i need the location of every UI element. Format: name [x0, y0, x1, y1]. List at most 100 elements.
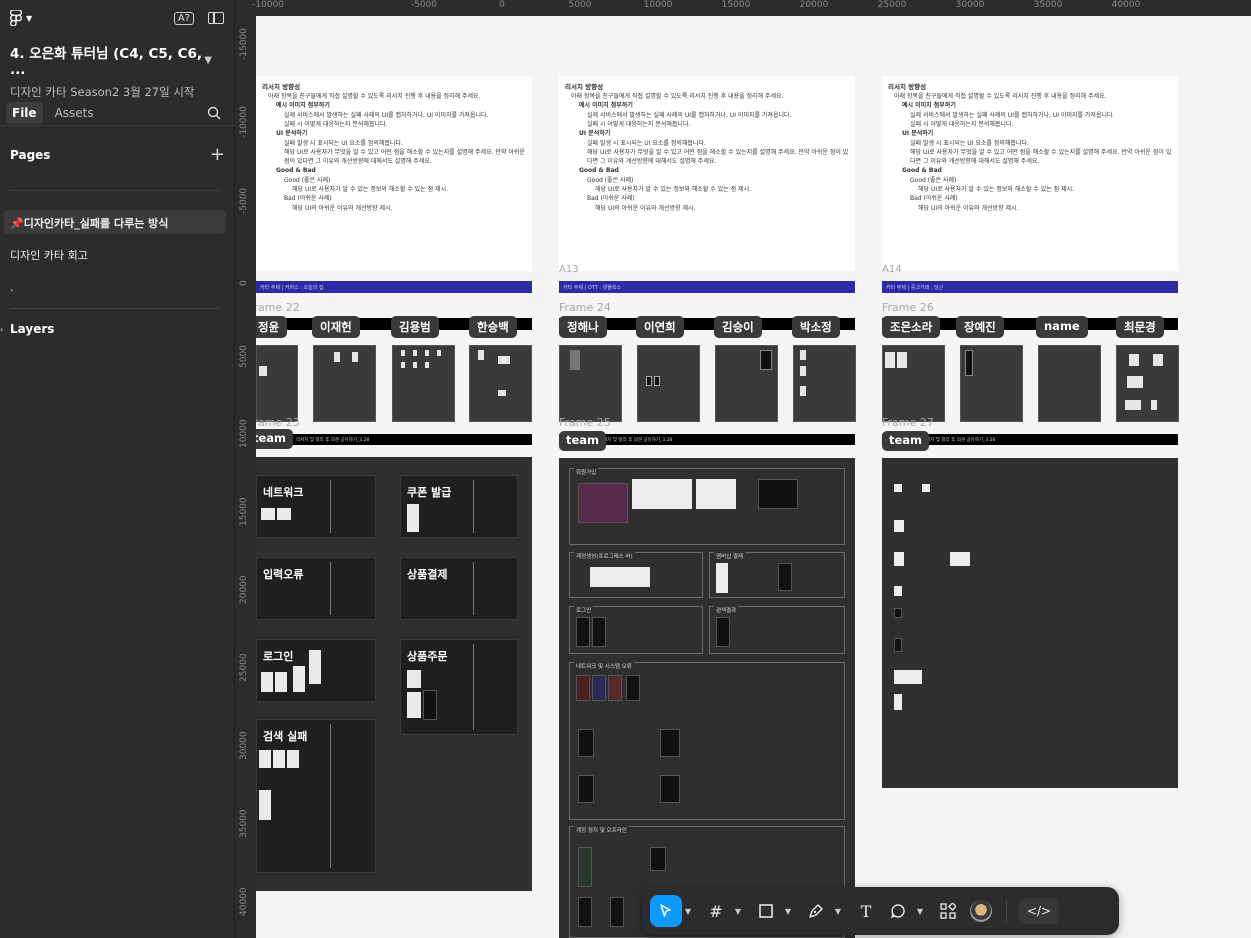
tab-assets[interactable]: Assets — [49, 102, 100, 124]
pen-tool-button[interactable] — [800, 895, 832, 927]
team-chip[interactable]: team — [256, 429, 294, 449]
member-thumbnail[interactable] — [1038, 345, 1101, 422]
layers-header[interactable]: › Layers — [0, 322, 235, 336]
frame-label[interactable]: Frame 22 — [256, 301, 300, 314]
case-card-login[interactable]: 로그인 — [256, 639, 376, 702]
case-card-coupon[interactable]: 쿠폰 발급 — [400, 475, 518, 538]
team-board[interactable]: 네트워크 쿠폰 발급 입력오류 상품결제 로그인 상품주문 검색 실패 — [256, 457, 532, 891]
ruler-tick: 20000 — [799, 0, 829, 10]
frame-label[interactable]: Frame 24 — [559, 301, 611, 314]
member-chip[interactable]: 정윤 — [256, 316, 288, 338]
chevron-right-icon[interactable]: › — [0, 325, 3, 334]
member-thumbnail[interactable] — [559, 345, 622, 422]
case-card-network[interactable]: 네트워크 — [256, 475, 376, 538]
research-doc-card[interactable]: 리서치 방향성 아래 항목을 친구들에게 직접 설명할 수 있도록 리서치 진행… — [559, 76, 855, 271]
section-account-progress[interactable]: 계정생성(프로그레스 바) — [569, 552, 703, 598]
member-chip[interactable]: 한승백 — [469, 316, 517, 338]
page-item-1[interactable]: 📌디자인카타_실패를 다루는 방식 — [4, 210, 226, 234]
member-thumbnail[interactable] — [313, 345, 376, 422]
case-card-input-error[interactable]: 입력오류 — [256, 557, 376, 620]
section-network-error[interactable]: 네트워크 및 시스템 오류 — [569, 662, 845, 820]
page-item-3[interactable]: . — [4, 276, 226, 300]
doc-bullet: 실제 서비스에서 발생하는 실패 사례의 UI를 캡처하거나, UI 이미지를 … — [587, 111, 792, 119]
text-tool-button[interactable]: T — [850, 895, 882, 927]
shape-tool-button[interactable] — [750, 895, 782, 927]
team-chip[interactable]: team — [882, 431, 930, 451]
member-chip[interactable]: 장예진 — [956, 316, 1004, 338]
frame-label[interactable]: Frame 26 — [882, 301, 934, 314]
topic-bar[interactable]: 카타 주제 | 커머스 : 오늘의 집 — [256, 281, 532, 293]
team-chip[interactable]: team — [559, 431, 607, 451]
section-login[interactable]: 로그인 — [569, 606, 703, 654]
toggle-sidebar-icon[interactable] — [208, 12, 224, 24]
pen-icon — [809, 904, 823, 918]
member-thumbnail[interactable] — [882, 345, 945, 422]
member-chip[interactable]: 최문경 — [1116, 316, 1164, 338]
case-card-order[interactable]: 상품주문 — [400, 639, 518, 735]
chevron-down-icon[interactable]: ▼ — [832, 907, 844, 916]
font-check-badge[interactable]: A? — [173, 11, 194, 25]
frame-label[interactable]: A13 — [559, 264, 579, 275]
member-thumbnail[interactable] — [960, 345, 1023, 422]
research-doc-card[interactable]: 리서치 방향성 아래 항목을 친구들에게 직접 설명할 수 있도록 리서치 진행… — [882, 76, 1178, 271]
chevron-down-icon[interactable]: ▼ — [682, 907, 694, 916]
member-thumbnail[interactable] — [1116, 345, 1179, 422]
member-thumbnail[interactable] — [715, 345, 778, 422]
section-search-result[interactable]: 검색결과 — [709, 606, 845, 654]
chevron-down-icon[interactable]: ▼ — [204, 55, 212, 66]
vertical-ruler: -15000 -10000 -5000 0 5000 10000 15000 2… — [235, 16, 256, 938]
chevron-down-icon[interactable]: ▼ — [914, 907, 926, 916]
chevron-down-icon[interactable]: ▼ — [782, 907, 794, 916]
frame-label[interactable]: Frame 25 — [559, 416, 611, 429]
doc-bullet: 해당 UI로 사용자가 알 수 있는 정보와 해소할 수 있는 점 제시. — [918, 186, 1075, 194]
add-page-icon[interactable]: + — [210, 144, 225, 165]
topic-bar[interactable]: 카타 주제 | OTT : 넷플릭스 — [559, 281, 855, 293]
design-canvas[interactable]: 리서치 방향성 아래 항목을 친구들에게 직접 설명할 수 있도록 리서치 진행… — [256, 16, 1251, 938]
sidebar-tabs: File Assets — [0, 100, 235, 126]
team-board[interactable] — [882, 458, 1178, 788]
member-thumbnail[interactable] — [793, 345, 856, 422]
topic-bar[interactable]: 카타 주제 | 중고거래 : 당근 — [882, 281, 1178, 293]
page-item-2[interactable]: 디자인 카타 회고 — [4, 242, 226, 266]
main-menu-button[interactable]: ▼ — [10, 10, 32, 26]
search-icon[interactable] — [207, 106, 221, 120]
section-membership-pay[interactable]: 멤버십 결제 — [709, 552, 845, 598]
project-title[interactable]: 4. 오은화 튜터님 (C4, C5, C6, ... ▼ — [0, 36, 234, 78]
move-tool-button[interactable] — [650, 895, 682, 927]
member-chip[interactable]: 이연희 — [636, 316, 684, 338]
member-chip[interactable]: 정해나 — [559, 316, 607, 338]
case-card-search-fail[interactable]: 검색 실패 — [256, 719, 376, 873]
dev-mode-toggle[interactable]: </> — [1019, 898, 1059, 924]
research-doc-card[interactable]: 리서치 방향성 아래 항목을 친구들에게 직접 설명할 수 있도록 리서치 진행… — [256, 76, 532, 271]
frame-label[interactable]: A14 — [882, 264, 902, 275]
frame-tool-button[interactable]: # — [700, 895, 732, 927]
member-chip[interactable]: 김용범 — [391, 316, 439, 338]
member-thumbnail[interactable] — [392, 345, 455, 422]
frame-label[interactable]: Frame 27 — [882, 416, 934, 429]
member-chip[interactable]: 김승이 — [714, 316, 762, 338]
team-bar[interactable]: 리서치 및 정리 후 의견 공유하기_3.28 — [256, 434, 532, 445]
member-chip[interactable]: 이재헌 — [312, 316, 360, 338]
pages-label: Pages — [10, 147, 51, 162]
ruler-tick: 35000 — [239, 809, 249, 838]
actions-button[interactable] — [932, 895, 964, 927]
project-subtitle: 디자인 카타 Season2 3월 27일 시작 — [10, 85, 195, 99]
text-icon: T — [860, 901, 872, 921]
chevron-down-icon[interactable]: ▼ — [732, 907, 744, 916]
comment-tool-button[interactable] — [882, 895, 914, 927]
doc-bullet: 실패 시 어떻게 대응하는지 분석해봅니다. — [587, 120, 691, 128]
team-board[interactable]: 회원가입 계정생성(프로그레스 바) 멤버십 결제 로그인 검색결과 네트워크 … — [559, 458, 855, 938]
plugin-avatar-icon[interactable] — [970, 900, 992, 922]
case-card-payment[interactable]: 상품결제 — [400, 557, 518, 620]
member-thumbnail[interactable] — [256, 345, 298, 422]
member-thumbnail[interactable] — [637, 345, 700, 422]
member-chip[interactable]: 조은소라 — [882, 316, 941, 338]
member-thumbnail[interactable] — [469, 345, 532, 422]
doc-bullet: Good (좋은 사례) — [284, 176, 331, 184]
tab-file[interactable]: File — [6, 101, 43, 124]
member-chip[interactable]: 박소정 — [792, 316, 840, 338]
rectangle-icon — [759, 904, 773, 918]
frame-label[interactable]: Frame 23 — [256, 416, 300, 429]
member-chip[interactable]: name — [1036, 316, 1088, 338]
section-signup[interactable]: 회원가입 — [569, 468, 845, 545]
